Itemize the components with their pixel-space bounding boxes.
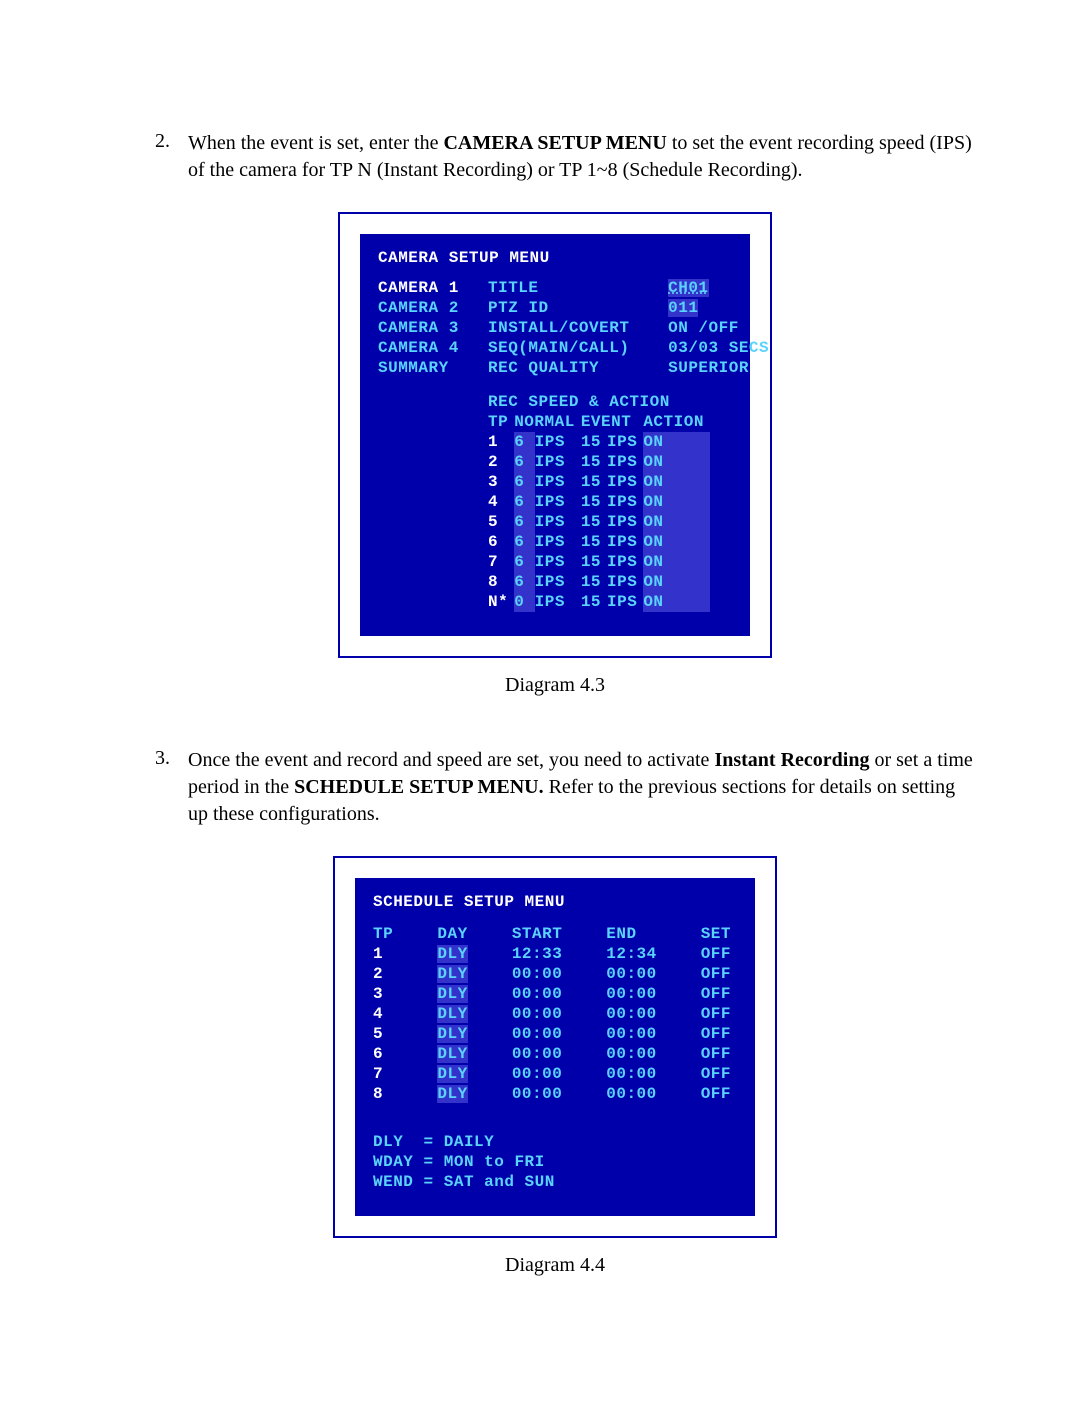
camera-sidebar-item: CAMERA 3: [378, 318, 488, 338]
step-3-text-a: Once the event and record and speed are …: [188, 749, 714, 771]
col-start: START: [512, 924, 606, 944]
camera-sidebar-item: SUMMARY: [378, 358, 488, 378]
step-3-number: 3.: [130, 747, 188, 770]
setting-value: SUPERIOR: [668, 359, 749, 377]
schedule-row: 5DLY00:0000:00OFF: [373, 1024, 737, 1044]
col-day: DAY: [437, 924, 511, 944]
schedule-setup-screen: SCHEDULE SETUP MENU TP DAY START END SET…: [335, 858, 775, 1236]
schedule-row: 6DLY00:0000:00OFF: [373, 1044, 737, 1064]
schedule-header: TP DAY START END SET: [373, 924, 737, 944]
schedule-row: 2DLY00:0000:00OFF: [373, 964, 737, 984]
setting-label: PTZ ID: [488, 298, 658, 318]
step-2: 2. When the event is set, enter the CAME…: [130, 130, 980, 184]
schedule-setup-menu-bold: SCHEDULE SETUP MENU.: [294, 776, 544, 798]
setting-label: SEQ(MAIN/CALL): [488, 338, 658, 358]
camera-setup-screen: CAMERA SETUP MENU CAMERA 1 CAMERA 2 CAME…: [340, 214, 770, 656]
rec-speed-header: TP NORMAL EVENT ACTION: [488, 412, 710, 432]
rec-row: 56IPS15IPSON: [488, 512, 710, 532]
setting-value: ON /OFF: [668, 319, 739, 337]
setting-value: CH01: [668, 279, 708, 297]
figure-schedule-setup: SCHEDULE SETUP MENU TP DAY START END SET…: [130, 858, 980, 1236]
schedule-row: 3DLY00:0000:00OFF: [373, 984, 737, 1004]
schedule-row: 4DLY00:0000:00OFF: [373, 1004, 737, 1024]
legend-row: WEND = SAT and SUN: [373, 1172, 737, 1192]
setting-row: PTZ ID 011: [488, 298, 769, 318]
rec-row: 76IPS15IPSON: [488, 552, 710, 572]
rec-speed-table: TP NORMAL EVENT ACTION 16IPS15IPSON 26IP…: [488, 412, 710, 612]
rec-row: 46IPS15IPSON: [488, 492, 710, 512]
camera-sidebar-item-selected: CAMERA 1: [378, 278, 488, 298]
schedule-row: 7DLY00:0000:00OFF: [373, 1064, 737, 1084]
setting-value: 03/03 SECS: [668, 339, 769, 357]
rec-row: 36IPS15IPSON: [488, 472, 710, 492]
step-2-text: When the event is set, enter the CAMERA …: [188, 130, 980, 184]
col-action: ACTION: [643, 412, 710, 432]
document-page: 2. When the event is set, enter the CAME…: [0, 0, 1080, 1407]
setting-row: SEQ(MAIN/CALL) 03/03 SECS: [488, 338, 769, 358]
legend-row: DLY = DAILY: [373, 1132, 737, 1152]
schedule-legend: DLY = DAILY WDAY = MON to FRI WEND = SAT…: [373, 1132, 737, 1192]
setting-row: INSTALL/COVERT ON /OFF: [488, 318, 769, 338]
camera-setup-menu-bold: CAMERA SETUP MENU: [443, 132, 666, 154]
col-tp: TP: [488, 412, 514, 432]
caption-4-3: Diagram 4.3: [130, 674, 980, 697]
rec-row: 26IPS15IPSON: [488, 452, 710, 472]
step-3-text: Once the event and record and speed are …: [188, 747, 980, 828]
figure-camera-setup: CAMERA SETUP MENU CAMERA 1 CAMERA 2 CAME…: [130, 214, 980, 656]
caption-4-4: Diagram 4.4: [130, 1254, 980, 1277]
camera-settings: TITLE CH01 PTZ ID 011 INSTALL/COVERT ON …: [488, 278, 769, 378]
rec-row: N*0IPS15IPSON: [488, 592, 710, 612]
setting-row: TITLE CH01: [488, 278, 769, 298]
schedule-row: 1DLY12:3312:34OFF: [373, 944, 737, 964]
rec-row: 66IPS15IPSON: [488, 532, 710, 552]
col-end: END: [606, 924, 700, 944]
legend-row: WDAY = MON to FRI: [373, 1152, 737, 1172]
step-2-number: 2.: [130, 130, 188, 153]
schedule-row: 8DLY00:0000:00OFF: [373, 1084, 737, 1104]
schedule-table: TP DAY START END SET 1DLY12:3312:34OFF 2…: [373, 924, 737, 1104]
instant-recording-bold: Instant Recording: [714, 749, 869, 771]
col-normal: NORMAL: [514, 412, 581, 432]
camera-setup-title: CAMERA SETUP MENU: [378, 248, 732, 268]
rec-speed-title: REC SPEED & ACTION: [488, 392, 769, 412]
col-event: EVENT: [581, 412, 644, 432]
col-set: SET: [701, 924, 737, 944]
camera-sidebar-item: CAMERA 4: [378, 338, 488, 358]
rec-row: 86IPS15IPSON: [488, 572, 710, 592]
step-2-text-a: When the event is set, enter the: [188, 132, 443, 154]
rec-row: 16IPS15IPSON: [488, 432, 710, 452]
schedule-setup-title: SCHEDULE SETUP MENU: [373, 892, 737, 912]
setting-label: INSTALL/COVERT: [488, 318, 658, 338]
setting-row: REC QUALITY SUPERIOR: [488, 358, 769, 378]
setting-label: REC QUALITY: [488, 358, 658, 378]
camera-sidebar-item: CAMERA 2: [378, 298, 488, 318]
setting-value: 011: [668, 299, 698, 317]
step-3: 3. Once the event and record and speed a…: [130, 747, 980, 828]
col-tp: TP: [373, 924, 437, 944]
camera-sidebar: CAMERA 1 CAMERA 2 CAMERA 3 CAMERA 4 SUMM…: [378, 278, 488, 378]
setting-label: TITLE: [488, 278, 658, 298]
